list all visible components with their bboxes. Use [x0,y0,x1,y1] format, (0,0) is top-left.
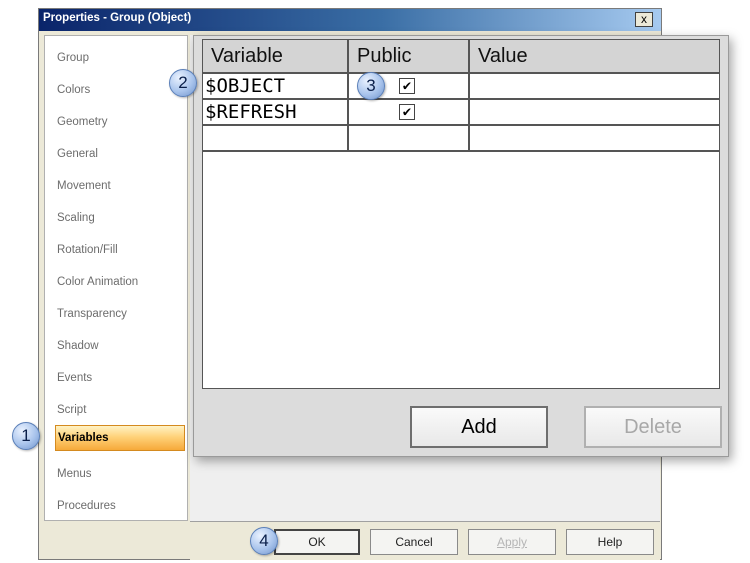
sidebar-item-menus[interactable]: Menus [57,464,92,484]
public-cell[interactable] [349,126,470,150]
variables-panel: Variable Public Value $OBJECT ✔ $REFRESH… [193,35,729,457]
cancel-button[interactable]: Cancel [370,529,458,555]
sidebar-item-colors[interactable]: Colors [57,80,90,100]
sidebar-item-geometry[interactable]: Geometry [57,112,108,132]
public-checkbox[interactable]: ✔ [399,78,415,94]
variables-grid: Variable Public Value $OBJECT ✔ $REFRESH… [202,39,720,389]
title-bar: Properties - Group (Object) x [39,9,661,31]
public-checkbox[interactable]: ✔ [399,104,415,120]
grid-header: Variable Public Value [203,40,719,74]
callout-2: 2 [169,69,197,97]
delete-variable-button[interactable]: Delete [584,406,722,448]
sidebar-item-rotation-fill[interactable]: Rotation/Fill [57,240,118,260]
table-row[interactable]: $REFRESH ✔ [203,100,719,126]
apply-button[interactable]: Apply [468,529,556,555]
sidebar-item-transparency[interactable]: Transparency [57,304,127,324]
value-cell[interactable] [470,126,719,150]
column-header-public[interactable]: Public [349,40,470,72]
column-header-value[interactable]: Value [470,40,719,72]
sidebar-item-group[interactable]: Group [57,48,89,68]
variable-name-cell[interactable]: $OBJECT [203,74,349,98]
sidebar-item-procedures[interactable]: Procedures [57,496,116,516]
window-title: Properties - Group (Object) [43,12,192,24]
callout-4: 4 [250,527,278,555]
category-sidebar: Group Colors Geometry General Movement S… [44,35,188,521]
value-cell[interactable] [470,100,719,124]
sidebar-item-general[interactable]: General [57,144,98,164]
sidebar-item-movement[interactable]: Movement [57,176,111,196]
callout-3: 3 [357,72,385,100]
sidebar-item-script[interactable]: Script [57,400,86,420]
column-header-variable[interactable]: Variable [203,40,349,72]
sidebar-item-shadow[interactable]: Shadow [57,336,99,356]
variable-name-cell[interactable]: $REFRESH [203,100,349,124]
callout-1: 1 [12,422,40,450]
add-variable-button[interactable]: Add [410,406,548,448]
public-cell[interactable]: ✔ [349,100,470,124]
close-button[interactable]: x [635,12,653,27]
sidebar-item-events[interactable]: Events [57,368,92,388]
ok-button[interactable]: OK [274,529,360,555]
table-row-empty[interactable] [203,126,719,152]
variable-name-cell[interactable] [203,126,349,150]
sidebar-item-color-animation[interactable]: Color Animation [57,272,138,292]
value-cell[interactable] [470,74,719,98]
sidebar-item-variables[interactable]: Variables [55,425,185,451]
help-button[interactable]: Help [566,529,654,555]
table-row[interactable]: $OBJECT ✔ [203,74,719,100]
sidebar-item-scaling[interactable]: Scaling [57,208,95,228]
